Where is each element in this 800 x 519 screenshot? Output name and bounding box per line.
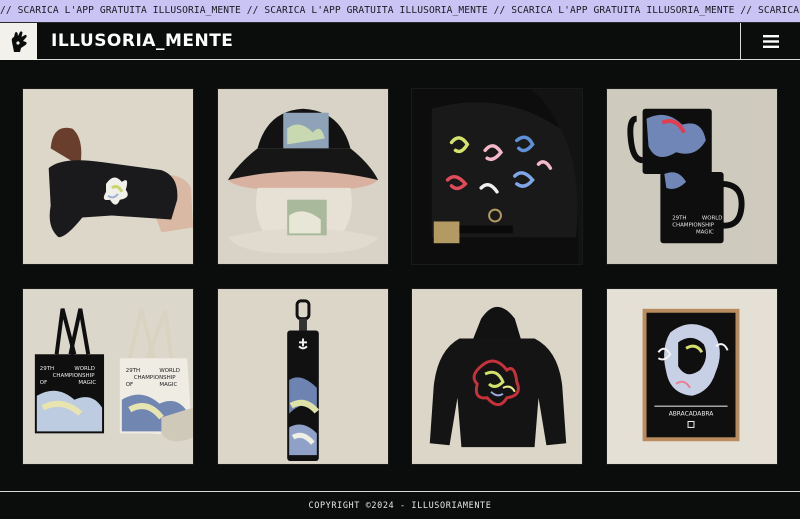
- product-tile-framed-poster[interactable]: ABRACADABRA: [606, 288, 778, 465]
- logo[interactable]: [0, 23, 37, 60]
- product-tile-hoodie-back[interactable]: [411, 288, 583, 465]
- product-tile-mugs[interactable]: 29TH WORLD CHAMPIONSHIP MAGIC: [606, 88, 778, 265]
- product-tile-cap-pins[interactable]: [411, 88, 583, 265]
- hoodie-back-photo: [412, 289, 582, 464]
- site-footer: COPYRIGHT ©2024 - ILLUSORIAMENTE: [0, 491, 800, 519]
- promo-marquee[interactable]: // SCARICA L'APP GRATUITA ILLUSORIA_MENT…: [0, 0, 800, 22]
- poster-print-text: ABRACADABRA: [669, 411, 714, 418]
- keychain-strap-photo: [218, 289, 388, 464]
- tote-bags-photo: 29TH WORLD CHAMPIONSHIP OF MAGIC 29TH WO…: [23, 289, 193, 464]
- site-header: ILLUSORIA_MENTE: [0, 22, 800, 60]
- mugs-photo: 29TH WORLD CHAMPIONSHIP MAGIC: [607, 89, 777, 264]
- product-tile-tote-bags[interactable]: 29TH WORLD CHAMPIONSHIP OF MAGIC 29TH WO…: [22, 288, 194, 465]
- product-tile-hoodie-model[interactable]: [22, 88, 194, 265]
- product-tile-keychain[interactable]: [217, 288, 389, 465]
- hoodie-model-photo: [23, 89, 193, 264]
- promo-marquee-text: // SCARICA L'APP GRATUITA ILLUSORIA_MENT…: [0, 5, 800, 16]
- hand-logo-icon: [11, 30, 27, 52]
- cap-with-pins-photo: [412, 89, 582, 264]
- product-tile-bucket-hat[interactable]: [217, 88, 389, 265]
- copyright-text: COPYRIGHT ©2024 - ILLUSORIAMENTE: [308, 500, 492, 511]
- hamburger-menu-icon: [762, 35, 779, 48]
- site-title[interactable]: ILLUSORIA_MENTE: [51, 23, 233, 60]
- bucket-hat-photo: [218, 89, 388, 264]
- framed-poster-photo: ABRACADABRA: [607, 289, 777, 464]
- menu-button[interactable]: [740, 23, 800, 60]
